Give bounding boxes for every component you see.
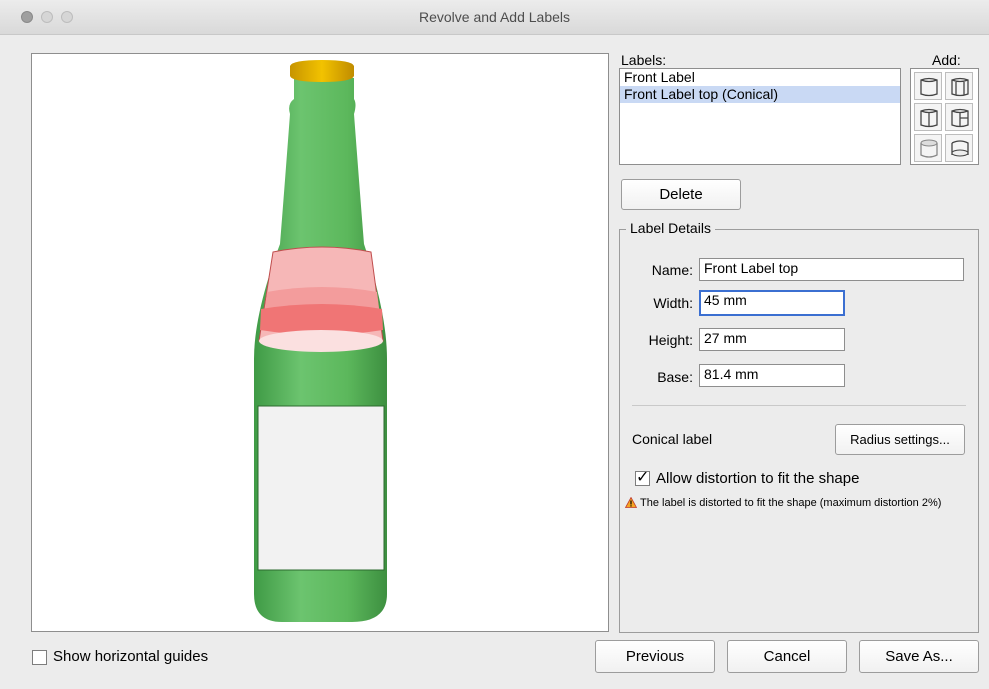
cylinder-bottom-icon: [951, 140, 969, 157]
labels-heading: Labels:: [621, 52, 667, 68]
add-front-label-button[interactable]: [914, 72, 942, 100]
front-label: [257, 405, 385, 571]
cylinder-top-icon: [920, 139, 938, 158]
warning-triangle-icon: [625, 497, 637, 508]
add-right-label-button[interactable]: [945, 103, 973, 131]
radius-settings-button[interactable]: Radius settings...: [835, 424, 965, 455]
list-item-front-label-top[interactable]: Front Label top (Conical): [620, 86, 900, 103]
conical-label-text: Conical label: [632, 431, 713, 447]
add-top-label-button[interactable]: [914, 134, 942, 162]
show-guides-label[interactable]: Show horizontal guides: [53, 648, 208, 665]
add-label-grid: [910, 68, 979, 165]
bottle-illustration: [254, 60, 387, 622]
name-label: Name:: [651, 262, 693, 278]
width-field[interactable]: 45 mm: [699, 290, 845, 316]
height-field[interactable]: 27 mm: [699, 328, 845, 351]
bottle-cap: [290, 60, 354, 82]
base-label: Base:: [657, 369, 693, 385]
details-separator: [632, 405, 966, 406]
cancel-button[interactable]: Cancel: [727, 640, 847, 673]
bottle-preview-viewport[interactable]: [31, 53, 609, 632]
label-details-legend: Label Details: [626, 220, 715, 236]
cylinder-half-right-icon: [951, 108, 969, 128]
cylinder-wrap-icon: [951, 77, 969, 97]
previous-button[interactable]: Previous: [595, 640, 715, 673]
add-heading: Add:: [932, 52, 961, 68]
allow-distortion-label[interactable]: Allow distortion to fit the shape: [656, 470, 859, 487]
width-label: Width:: [653, 295, 693, 311]
list-item-front-label[interactable]: Front Label: [620, 69, 900, 86]
save-as-button[interactable]: Save As...: [859, 640, 979, 673]
show-guides-checkbox[interactable]: [32, 650, 47, 665]
labels-list[interactable]: Front Label Front Label top (Conical): [619, 68, 901, 165]
allow-distortion-checkbox[interactable]: [635, 467, 650, 487]
cylinder-half-left-icon: [920, 108, 938, 128]
height-label: Height:: [648, 332, 693, 348]
window-title: Revolve and Add Labels: [419, 9, 570, 25]
title-bar: Revolve and Add Labels: [0, 0, 989, 35]
base-field[interactable]: 81.4 mm: [699, 364, 845, 387]
cylinder-front-icon: [920, 77, 938, 97]
delete-button[interactable]: Delete: [621, 179, 741, 210]
add-bottom-label-button[interactable]: [945, 134, 973, 162]
add-left-label-button[interactable]: [914, 103, 942, 131]
name-field[interactable]: Front Label top: [699, 258, 964, 281]
distortion-warning-text: The label is distorted to fit the shape …: [640, 497, 942, 509]
add-wrap-label-button[interactable]: [945, 72, 973, 100]
